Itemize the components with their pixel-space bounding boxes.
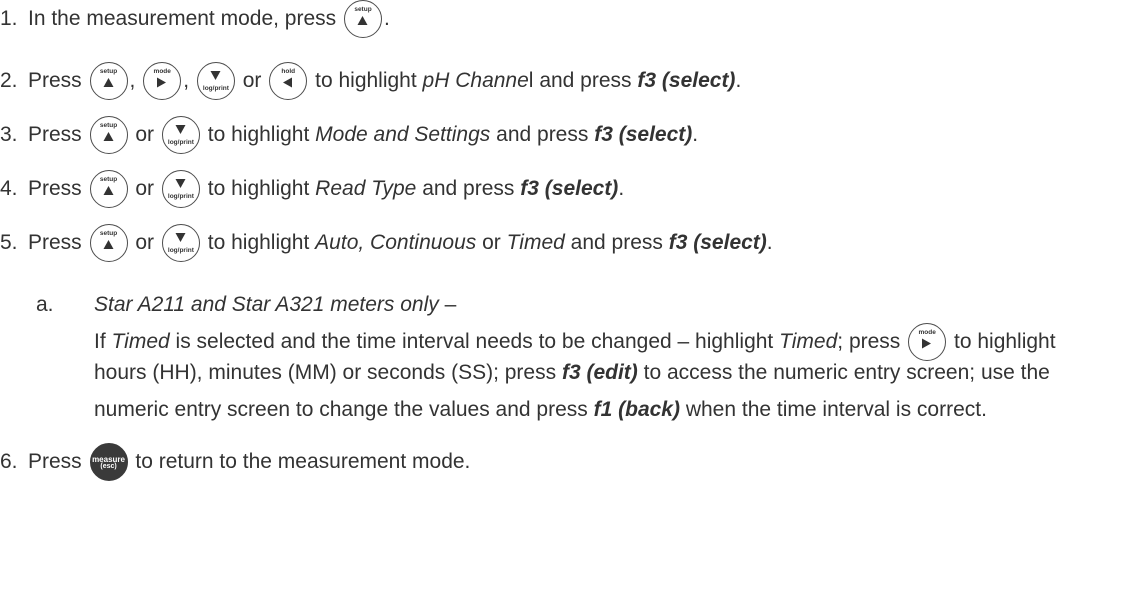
highlight-target: pH Channe bbox=[422, 69, 529, 92]
setup-up-key-icon: setup bbox=[89, 62, 128, 100]
softkey-action: f3 (select) bbox=[520, 177, 619, 200]
log-print-down-key-icon: log/print bbox=[161, 224, 200, 262]
setup-up-key-icon: setup bbox=[89, 116, 128, 154]
step-number: 2. bbox=[0, 69, 18, 92]
highlight-target: Read Type bbox=[315, 177, 417, 200]
substep-a-line-2: hours (HH), minutes (MM) or seconds (SS)… bbox=[94, 361, 1050, 384]
mode-right-key-icon: mode bbox=[908, 323, 947, 361]
log-print-down-key-icon: log/print bbox=[161, 170, 200, 208]
setup-up-key-icon: setup bbox=[89, 224, 128, 262]
highlight-target: Timed bbox=[506, 231, 565, 254]
substep-a-line-1: If Timed is selected and the time interv… bbox=[94, 323, 1056, 361]
softkey-action: f3 (edit) bbox=[561, 361, 638, 384]
softkey-action: f3 (select) bbox=[668, 231, 767, 254]
step-2: 2. Press setup , mode , log/print or hol… bbox=[0, 62, 741, 100]
step-3: 3. Press setup or log/print to highlight… bbox=[0, 116, 698, 154]
step-number: 3. bbox=[0, 123, 18, 146]
hold-left-key-icon: hold bbox=[269, 62, 308, 100]
mode-right-key-icon: mode bbox=[143, 62, 182, 100]
measure-esc-key-icon: measure (esc) bbox=[89, 443, 128, 481]
step-number: 6. bbox=[0, 450, 18, 473]
softkey-action: f3 (select) bbox=[594, 123, 693, 146]
substep-a-line-3: numeric entry screen to change the value… bbox=[94, 398, 987, 421]
substep-title: Star A211 and Star A321 meters only bbox=[94, 293, 439, 316]
step-4: 4. Press setup or log/print to highlight… bbox=[0, 170, 624, 208]
softkey-action: f1 (back) bbox=[593, 398, 680, 421]
setup-up-key-icon: setup bbox=[89, 170, 128, 208]
step-text: In the measurement mode, press bbox=[28, 7, 337, 30]
step-number: 5. bbox=[0, 231, 18, 254]
highlight-target: Auto, Continuous bbox=[315, 231, 477, 254]
substep-letter: a. bbox=[36, 293, 54, 316]
step-number: 4. bbox=[0, 177, 18, 200]
log-print-down-key-icon: log/print bbox=[161, 116, 200, 154]
log-print-down-key-icon: log/print bbox=[196, 62, 235, 100]
step-6: 6. Press measure (esc) to return to the … bbox=[0, 443, 470, 481]
setup-up-key-icon: setup bbox=[344, 0, 382, 38]
step-5: 5. Press setup or log/print to highlight… bbox=[0, 224, 773, 262]
step-number: 1. bbox=[0, 7, 18, 30]
softkey-action: f3 (select) bbox=[637, 69, 736, 92]
step-1: 1. In the measurement mode, press setup … bbox=[0, 0, 390, 38]
substep-a-heading: a. Star A211 and Star A321 meters only – bbox=[36, 293, 457, 316]
highlight-target: Mode and Settings bbox=[315, 123, 491, 146]
